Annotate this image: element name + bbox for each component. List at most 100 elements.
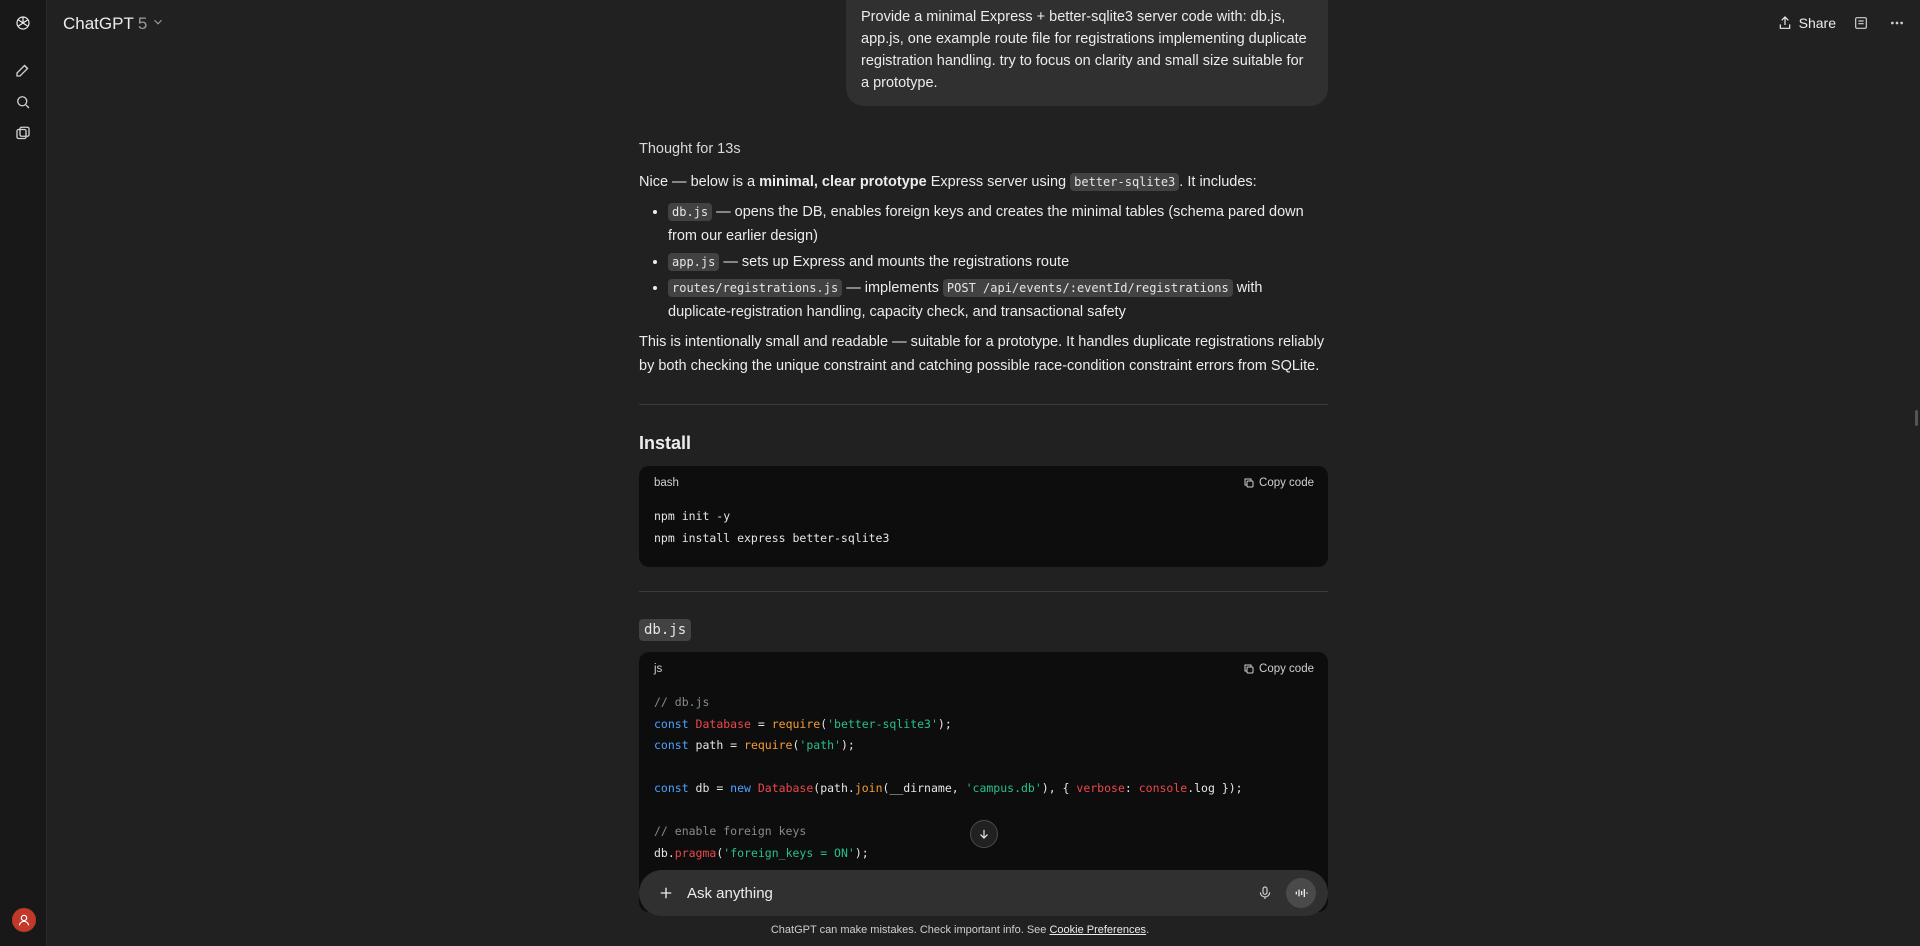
token: new [730,781,751,795]
model-selector[interactable]: ChatGPT 5 [63,14,165,34]
dictate-button[interactable] [1254,882,1276,904]
token: pragma [674,845,717,860]
scrollbar-thumb[interactable] [1915,410,1918,426]
share-label: Share [1798,15,1836,31]
code-block-header: bash Copy code [639,466,1328,500]
header-actions: Share [1777,12,1908,34]
canvas-icon[interactable] [1850,12,1872,34]
conversation: Provide a minimal Express + better-sqlit… [639,0,1328,946]
composer [639,870,1328,916]
more-options-icon[interactable] [1886,12,1908,34]
code-language: js [654,663,663,675]
code-line: const db = new Database(path.join(__dirn… [654,778,1313,800]
list-item-text: — opens the DB, enables foreign keys and… [668,204,1304,244]
intro-bold: minimal, clear prototype [759,174,927,190]
assistant-response: Nice — below is a minimal, clear prototy… [639,170,1328,384]
copy-code-button[interactable]: Copy code [1243,477,1314,489]
sidebar [0,0,47,946]
install-heading: Install [639,433,692,453]
list-item-text: — implements [842,280,943,296]
token: ); [854,845,869,860]
bullet-list: db.js — opens the DB, enables foreign ke… [639,200,1328,324]
waveform-icon [1295,889,1308,897]
response-intro: Nice — below is a minimal, clear prototy… [639,170,1328,194]
model-version: 5 [137,14,148,33]
token: (__dirname, [882,781,966,795]
inline-code: routes/registrations.js [668,279,843,297]
intro-text-3: . It includes: [1179,174,1257,190]
divider [639,404,1328,405]
token: ); [840,738,855,752]
inline-code: app.js [668,253,720,271]
plus-icon [660,887,672,899]
token: Database [688,716,751,731]
token: console [1138,781,1188,795]
token: : [1124,781,1139,795]
token: 'foreign_keys = ON' [723,845,855,860]
model-name: ChatGPT [63,14,134,33]
cookie-preferences-link[interactable]: Cookie Preferences [1049,924,1146,936]
library-icon[interactable] [12,123,34,145]
token: require [744,738,793,752]
token: path = [688,738,745,752]
code-block-install: bash Copy code npm init -y npm install ex… [639,466,1328,567]
voice-mode-button[interactable] [1286,878,1316,908]
dbjs-heading: db.js [639,619,692,641]
copy-code-button[interactable]: Copy code [1243,663,1314,675]
token: 'better-sqlite3' [827,716,938,731]
code-language: bash [654,477,679,489]
token: Database [750,781,814,795]
token: const [654,781,689,795]
token: const [654,716,689,731]
arrow-down-icon [980,829,988,839]
list-item-text: — sets up Express and mounts the registr… [719,254,1070,270]
add-attachment-button[interactable] [655,882,677,904]
code-line: const Database = require('better-sqlite3… [654,714,1313,736]
disclaimer-end: . [1146,924,1150,936]
token: verbose [1076,781,1125,795]
code-line: npm install express better-sqlite3 [654,530,890,545]
inline-code: better-sqlite3 [1070,173,1180,191]
token: (path. [813,781,855,795]
token: const [654,738,689,752]
intro-text-1: Nice — below is a [639,174,760,190]
token: = [750,716,772,731]
new-chat-icon[interactable] [12,59,34,81]
list-item: app.js — sets up Express and mounts the … [668,250,1328,274]
copy-code-label: Copy code [1259,477,1314,489]
token: join [854,781,883,795]
code-block-header: js Copy code [639,652,1328,686]
token: db = [688,781,731,795]
code-line: const path = require('path'); [654,735,1313,757]
intro-text-2: Express server using [926,174,1071,190]
openai-logo-icon[interactable] [12,12,34,34]
code-line: npm init -y [654,509,731,523]
token: require [771,716,821,731]
copy-code-label: Copy code [1259,663,1314,675]
code-content: npm init -y npm install express better-sq… [639,500,1328,559]
disclaimer-text: ChatGPT can make mistakes. Check importa… [770,924,1050,936]
list-item: db.js — opens the DB, enables foreign ke… [668,200,1328,248]
token: db. [654,845,675,860]
copy-icon [1244,478,1254,488]
heading-code: db.js [639,619,692,641]
share-icon [1779,16,1790,29]
token: ), { [1041,781,1077,795]
divider [639,591,1328,592]
inline-code: db.js [668,203,713,221]
token: ); [937,716,952,731]
user-message: Provide a minimal Express + better-sqlit… [846,0,1328,106]
search-icon[interactable] [12,91,34,113]
prompt-input[interactable] [687,884,1254,902]
thought-duration[interactable]: Thought for 13s [639,141,741,157]
token: 'campus.db' [965,781,1042,795]
scroll-to-bottom-button[interactable] [970,820,998,848]
inline-code: POST /api/events/:eventId/registrations [942,279,1233,297]
token: .log }); [1187,781,1243,795]
chevron-down-icon [151,14,165,34]
share-button[interactable]: Share [1777,15,1836,31]
response-summary: This is intentionally small and readable… [639,334,1325,374]
code-line: // db.js [654,695,710,709]
